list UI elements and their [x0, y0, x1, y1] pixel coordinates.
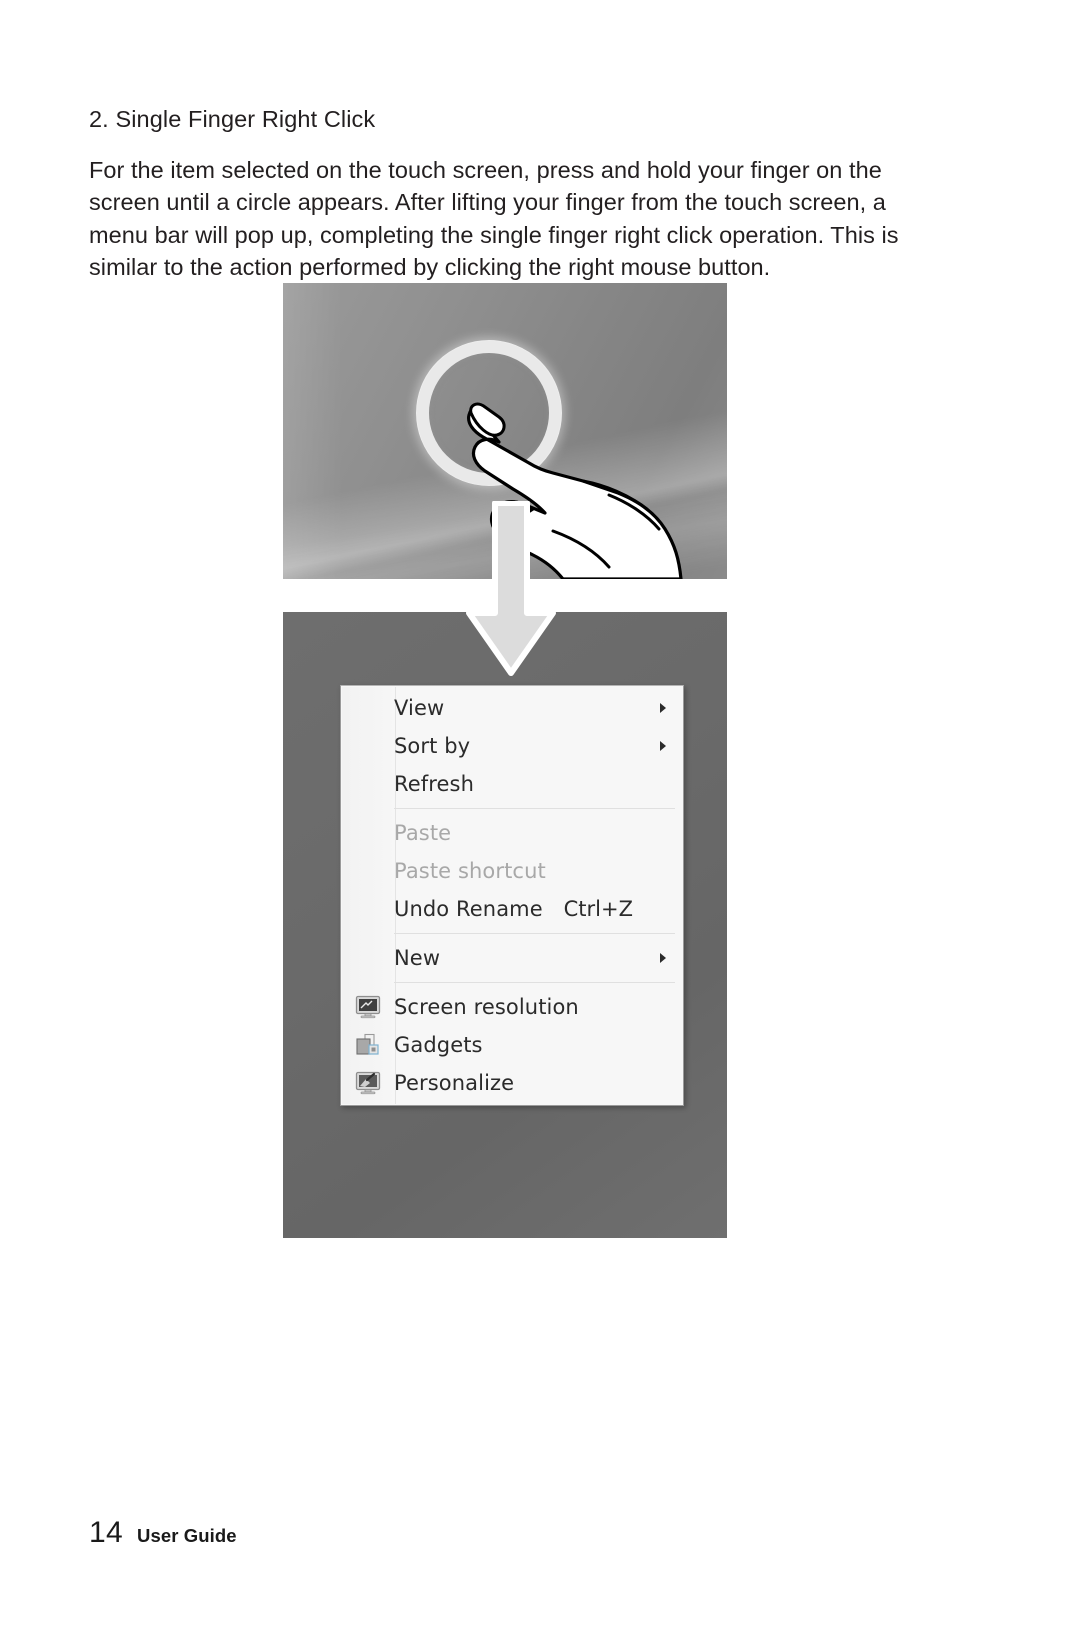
- hand-pointing-finger-icon: [467, 402, 683, 579]
- menu-item-icon-slot: [341, 852, 394, 890]
- menu-item-label: New: [394, 946, 441, 970]
- page-footer: 14 User Guide: [89, 1516, 237, 1550]
- body-paragraph: For the item selected on the touch scree…: [89, 156, 899, 281]
- personalize-brush-icon: [341, 1064, 394, 1102]
- menu-item-label: Refresh: [394, 772, 475, 796]
- menu-separator: [394, 933, 675, 934]
- figure-top-panel: [283, 283, 727, 579]
- menu-item-label: Screen resolution: [394, 995, 579, 1019]
- menu-item-icon-slot: [341, 814, 394, 852]
- chevron-right-icon: [655, 702, 671, 714]
- menu-group: View Sort by Refresh: [341, 689, 683, 803]
- user-guide-page: 2. Single Finger Right Click For the ite…: [0, 0, 1080, 1642]
- menu-item-label: View: [394, 696, 445, 720]
- figure-single-finger-right-click: View Sort by Refresh Paste Paste shortcu…: [283, 283, 727, 1238]
- page-number: 14: [89, 1516, 123, 1549]
- menu-item-screen-resolution[interactable]: Screen resolution: [341, 988, 683, 1026]
- gadgets-icon: [341, 1026, 394, 1064]
- menu-item-new[interactable]: New: [341, 939, 683, 977]
- menu-item-shortcut: Ctrl+Z: [563, 897, 633, 921]
- page-title: 2. Single Finger Right Click: [89, 104, 927, 136]
- menu-group: Paste Paste shortcut Undo Rename Ctrl+Z: [341, 814, 683, 928]
- menu-item-label: Personalize: [394, 1071, 515, 1095]
- chevron-right-icon: [655, 740, 671, 752]
- monitor-icon: [341, 988, 394, 1026]
- menu-item-sort-by[interactable]: Sort by: [341, 727, 683, 765]
- menu-separator: [394, 982, 675, 983]
- menu-separator: [394, 808, 675, 809]
- section-heading-text: Single Finger Right Click: [115, 106, 376, 132]
- menu-item-label: Gadgets: [394, 1033, 483, 1057]
- menu-group: New: [341, 939, 683, 977]
- menu-item-icon-slot: [341, 890, 394, 928]
- menu-item-personalize[interactable]: Personalize: [341, 1064, 683, 1102]
- menu-item-gadgets[interactable]: Gadgets: [341, 1026, 683, 1064]
- menu-item-label: Paste: [394, 821, 452, 845]
- section-number: 2.: [89, 106, 109, 132]
- menu-item-icon-slot: [341, 765, 394, 803]
- menu-item-paste: Paste: [341, 814, 683, 852]
- menu-item-view[interactable]: View: [341, 689, 683, 727]
- menu-item-icon-slot: [341, 939, 394, 977]
- menu-item-icon-slot: [341, 727, 394, 765]
- desktop-context-menu[interactable]: View Sort by Refresh Paste Paste shortcu…: [340, 685, 684, 1106]
- document-title: User Guide: [136, 1525, 237, 1546]
- menu-item-undo-rename[interactable]: Undo Rename Ctrl+Z: [341, 890, 683, 928]
- menu-group: Screen resolution Gadgets Personalize: [341, 988, 683, 1102]
- menu-item-label: Sort by: [394, 734, 471, 758]
- page-content: 2. Single Finger Right Click For the ite…: [89, 104, 927, 284]
- menu-item-label: Paste shortcut: [394, 859, 546, 883]
- chevron-right-icon: [655, 952, 671, 964]
- menu-item-icon-slot: [341, 689, 394, 727]
- menu-item-paste-shortcut: Paste shortcut: [341, 852, 683, 890]
- menu-item-label: Undo Rename: [394, 897, 543, 921]
- menu-item-refresh[interactable]: Refresh: [341, 765, 683, 803]
